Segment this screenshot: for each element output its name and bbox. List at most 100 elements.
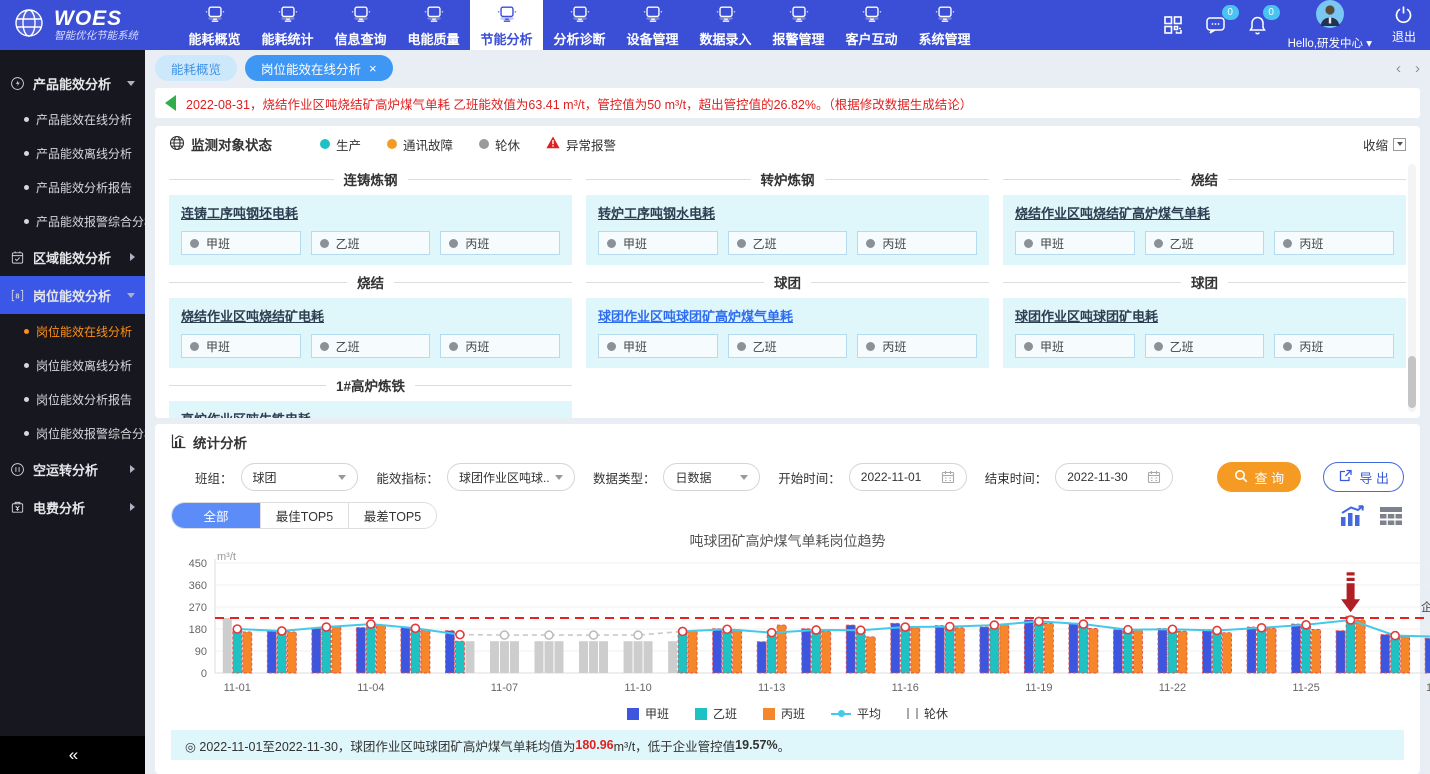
customer-interaction-icon <box>861 3 883 27</box>
chart-view-icon[interactable] <box>1339 504 1366 528</box>
summary-bar: ◎ 2022-11-01至2022-11-30，球团作业区吨球团矿高炉煤气单耗均… <box>171 730 1404 760</box>
nav-item-8[interactable]: 数据录入 <box>689 0 762 50</box>
indicator-link[interactable]: 转炉工序吨钢水电耗 <box>598 203 715 222</box>
shift-button[interactable]: 乙班 <box>1145 231 1265 255</box>
sidebar-item-1-1[interactable]: 产品能效在线分析 <box>0 102 145 136</box>
chevron-right-icon <box>130 503 135 511</box>
logout-button[interactable]: 退出 <box>1392 5 1416 45</box>
sidebar-section-2[interactable]: 区域能效分析 <box>0 238 145 276</box>
user-greeting: Hello,研发中心 ▾ <box>1288 35 1372 51</box>
shift-button[interactable]: 丙班 <box>1274 231 1394 255</box>
shift-button[interactable]: 甲班 <box>1015 334 1135 358</box>
datatype-select[interactable]: 日数据 <box>663 463 760 491</box>
shift-button[interactable]: 甲班 <box>1015 231 1135 255</box>
sidebar-collapse-button[interactable]: « <box>0 736 145 774</box>
tab-close-icon[interactable]: × <box>369 62 377 75</box>
qr-code-icon[interactable] <box>1162 14 1184 36</box>
sidebar-section-5[interactable]: 电费分析 <box>0 488 145 526</box>
shift-button[interactable]: 乙班 <box>311 231 431 255</box>
divider <box>586 282 764 283</box>
segment-3[interactable]: 最差TOP5 <box>348 503 436 528</box>
group-header: 球团 <box>586 272 989 292</box>
shift-button[interactable]: 乙班 <box>728 334 848 358</box>
nav-item-3[interactable]: 信息查询 <box>324 0 397 50</box>
svg-text:8: 8 <box>15 291 19 300</box>
idle-run-icon <box>10 462 26 477</box>
shift-button[interactable]: 乙班 <box>1145 334 1265 358</box>
segment-2[interactable]: 最佳TOP5 <box>260 503 348 528</box>
monitor-scrollbar-thumb[interactable] <box>1408 356 1416 408</box>
shift-group-select[interactable]: 球团 <box>241 463 359 491</box>
shift-button[interactable]: 乙班 <box>728 231 848 255</box>
nav-item-11[interactable]: 系统管理 <box>908 0 981 50</box>
shift-button[interactable]: 甲班 <box>181 334 301 358</box>
shift-button[interactable]: 丙班 <box>1274 334 1394 358</box>
notifications-bell-icon[interactable]: 0 <box>1247 14 1268 36</box>
globe-icon <box>169 135 185 154</box>
status-dot-icon <box>1024 239 1033 248</box>
sidebar-section-3[interactable]: 8岗位能效分析 <box>0 276 145 314</box>
nav-item-4[interactable]: 电能质量 <box>397 0 470 50</box>
nav-item-2[interactable]: 能耗统计 <box>251 0 324 50</box>
device-mgmt-icon <box>642 3 664 27</box>
user-menu[interactable]: Hello,研发中心 ▾ <box>1288 0 1372 51</box>
nav-item-10[interactable]: 客户互动 <box>835 0 908 50</box>
indicator-select[interactable]: 球团作业区吨球... <box>447 463 575 491</box>
legend-swatch <box>695 708 707 720</box>
indicator-link[interactable]: 烧结作业区吨烧结矿高炉煤气单耗 <box>1015 203 1210 222</box>
shift-button[interactable]: 丙班 <box>857 231 977 255</box>
shift-button[interactable]: 甲班 <box>598 231 718 255</box>
shift-buttons: 甲班乙班 丙班 <box>1015 334 1394 358</box>
collapse-caret-icon <box>1393 138 1406 151</box>
sidebar-item-1-3[interactable]: 产品能效分析报告 <box>0 170 145 204</box>
sidebar-item-3-1[interactable]: 岗位能效在线分析 <box>0 314 145 348</box>
indicator-link[interactable]: 高炉作业区吨生铁电耗 <box>181 409 311 418</box>
nav-item-9[interactable]: 报警管理 <box>762 0 835 50</box>
monitor-collapse-button[interactable]: 收缩 <box>1363 135 1406 154</box>
system-mgmt-icon <box>934 3 956 27</box>
nav-item-label: 系统管理 <box>918 29 970 48</box>
messages-icon[interactable]: 0 <box>1204 14 1227 36</box>
summary-value: 180.96 <box>575 738 613 752</box>
tab-scroll-right[interactable]: › <box>1415 60 1420 77</box>
shift-button[interactable]: 甲班 <box>181 231 301 255</box>
sidebar-item-1-2[interactable]: 产品能效离线分析 <box>0 136 145 170</box>
tab-scroll-left[interactable]: ‹ <box>1396 60 1401 77</box>
indicator-link[interactable]: 球团作业区吨球团矿高炉煤气单耗 <box>598 306 793 325</box>
tab-1[interactable]: 能耗概览 <box>155 55 237 81</box>
svg-text:180: 180 <box>189 624 207 636</box>
indicator-card: 球团作业区吨球团矿高炉煤气单耗甲班乙班丙班 <box>586 298 989 368</box>
start-date-input[interactable]: 2022-11-01 <box>849 463 967 491</box>
tab-2[interactable]: 岗位能效在线分析× <box>245 55 393 81</box>
sidebar-item-3-4[interactable]: 岗位能效报警综合分析 <box>0 416 145 450</box>
indicator-link[interactable]: 连铸工序吨钢坯电耗 <box>181 203 298 222</box>
bullet-icon <box>24 117 29 122</box>
shift-button[interactable]: 丙班 <box>440 334 560 358</box>
status-legend-2: 通讯故障 <box>387 135 453 154</box>
nav-item-label: 报警管理 <box>772 29 824 48</box>
export-button[interactable]: 导 出 <box>1323 462 1404 492</box>
shift-button[interactable]: 丙班 <box>440 231 560 255</box>
indicator-card: 高炉作业区吨生铁电耗甲班乙班丙班 <box>169 401 572 418</box>
nav-item-5[interactable]: 节能分析 <box>470 0 543 50</box>
nav-item-1[interactable]: 能耗概览 <box>178 0 251 50</box>
nav-item-label: 分析诊断 <box>553 29 605 48</box>
indicator-link[interactable]: 球团作业区吨球团矿电耗 <box>1015 306 1158 325</box>
sidebar-section-4[interactable]: 空运转分析 <box>0 450 145 488</box>
query-button[interactable]: 查 询 <box>1217 462 1301 492</box>
shift-button[interactable]: 丙班 <box>857 334 977 358</box>
monitor-title-row: 监测对象状态 <box>169 134 272 154</box>
shift-label: 丙班 <box>1299 338 1323 355</box>
end-date-input[interactable]: 2022-11-30 <box>1055 463 1173 491</box>
segment-1[interactable]: 全部 <box>172 503 260 528</box>
sidebar-item-3-2[interactable]: 岗位能效离线分析 <box>0 348 145 382</box>
sidebar-section-1[interactable]: 产品能效分析 <box>0 64 145 102</box>
nav-item-7[interactable]: 设备管理 <box>616 0 689 50</box>
table-view-icon[interactable] <box>1378 504 1404 528</box>
shift-button[interactable]: 甲班 <box>598 334 718 358</box>
shift-button[interactable]: 乙班 <box>311 334 431 358</box>
nav-item-6[interactable]: 分析诊断 <box>543 0 616 50</box>
sidebar-item-3-3[interactable]: 岗位能效分析报告 <box>0 382 145 416</box>
sidebar-item-1-4[interactable]: 产品能效报警综合分析 <box>0 204 145 238</box>
indicator-link[interactable]: 烧结作业区吨烧结矿电耗 <box>181 306 324 325</box>
